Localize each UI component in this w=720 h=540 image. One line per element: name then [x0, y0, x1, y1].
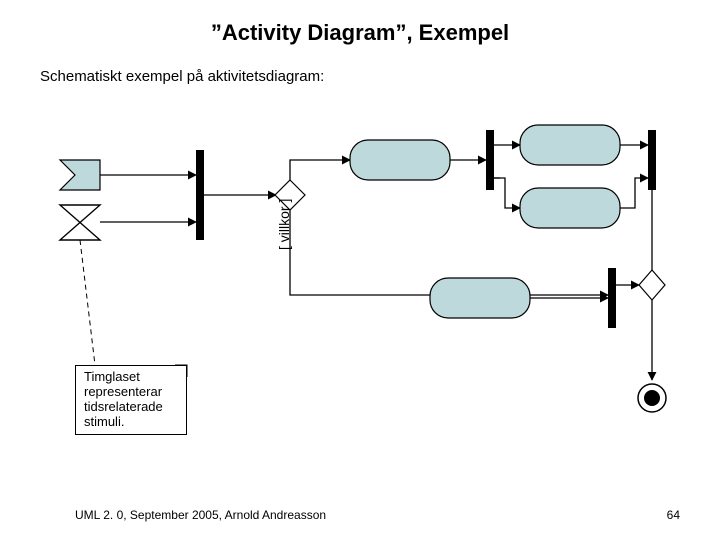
note-line: representerar: [84, 385, 180, 400]
page-number: 64: [667, 508, 680, 522]
fork-bar-2: [486, 130, 494, 190]
note-line: stimuli.: [84, 415, 180, 430]
fork-bar-1: [196, 150, 204, 240]
note-line: Timglaset: [84, 370, 180, 385]
join-bar-3: [648, 130, 656, 190]
accept-event-node: [60, 160, 100, 190]
footer-text: UML 2. 0, September 2005, Arnold Andreas…: [75, 508, 326, 522]
join-bar-4: [608, 268, 616, 328]
hourglass-icon: [60, 205, 100, 240]
merge-node: [639, 270, 665, 300]
guard-label: [ villkor ]: [276, 199, 292, 250]
activity-final-inner: [644, 390, 660, 406]
slide: ”Activity Diagram”, Exempel Schematiskt …: [0, 0, 720, 540]
activity-node-1: [350, 140, 450, 180]
activity-node-3: [520, 188, 620, 228]
activity-node-2: [520, 125, 620, 165]
activity-diagram: [0, 0, 720, 540]
note-box: Timglaset representerar tidsrelaterade s…: [75, 365, 187, 435]
note-anchor-line: [80, 240, 95, 365]
activity-node-4: [430, 278, 530, 318]
note-line: tidsrelaterade: [84, 400, 180, 415]
